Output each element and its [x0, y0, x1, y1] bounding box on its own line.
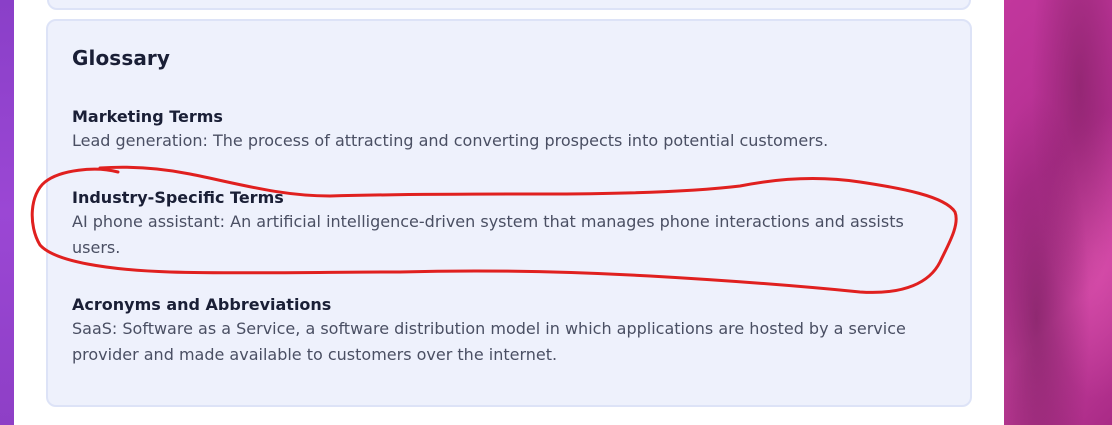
section-heading: Acronyms and Abbreviations	[72, 295, 332, 314]
section-heading: Industry-Specific Terms	[72, 188, 284, 207]
previous-card	[47, 0, 971, 10]
section-body: AI phone assistant: An artificial intell…	[72, 212, 904, 257]
glossary-title: Glossary	[72, 46, 171, 70]
glossary-section-industry: Industry-Specific Terms AI phone assista…	[72, 187, 932, 261]
page-background-left	[0, 0, 14, 425]
page-background-right	[1004, 0, 1112, 425]
section-body: Lead generation: The process of attracti…	[72, 131, 829, 150]
glossary-section-marketing: Marketing Terms Lead generation: The pro…	[72, 106, 932, 154]
glossary-section-acronyms: Acronyms and Abbreviations SaaS: Softwar…	[72, 294, 932, 368]
section-heading: Marketing Terms	[72, 107, 223, 126]
section-body: SaaS: Software as a Service, a software …	[72, 319, 906, 364]
